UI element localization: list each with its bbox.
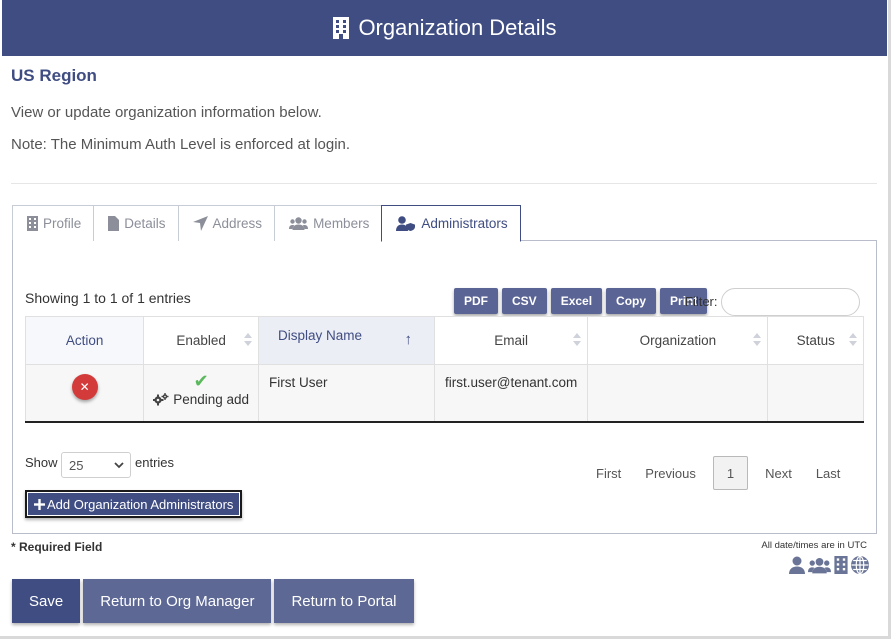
user-shield-icon [396, 216, 416, 231]
export-buttons: PDF CSV Excel Copy Print [454, 288, 708, 314]
column-header-organization[interactable]: Organization [587, 316, 769, 365]
sort-asc-icon: ↑ [404, 331, 413, 348]
administrators-table: Action Enabled Display Name ↑ Email Organ… [24, 316, 864, 423]
sort-icon [753, 333, 762, 347]
tab-address[interactable]: Address [177, 205, 276, 241]
pagination-next[interactable]: Next [753, 466, 804, 481]
building-icon [27, 216, 38, 231]
table-row: ✕ ✔ Pending add First User first.user@te… [24, 364, 864, 423]
auth-level-note: Note: The Minimum Auth Level is enforced… [11, 136, 351, 153]
pagination-first[interactable]: First [584, 466, 633, 481]
email-cell: first.user@tenant.com [434, 364, 589, 423]
status-cell [767, 364, 864, 423]
display-name-cell: First User [257, 364, 436, 423]
tab-label: Members [313, 216, 370, 231]
file-icon [108, 216, 120, 231]
return-to-portal-button[interactable]: Return to Portal [274, 579, 414, 623]
divider [11, 183, 877, 184]
column-header-enabled[interactable]: Enabled [143, 316, 259, 365]
building-icon [834, 556, 848, 574]
user-icon [789, 556, 805, 574]
filter-input[interactable] [721, 288, 860, 316]
export-pdf-button[interactable]: PDF [454, 288, 498, 314]
intro-text: View or update organization information … [11, 104, 322, 121]
tab-members[interactable]: Members [274, 205, 383, 241]
export-csv-button[interactable]: CSV [502, 288, 547, 314]
column-header-label: Enabled [176, 333, 226, 348]
footer-buttons: Save Return to Org Manager Return to Por… [12, 579, 414, 623]
column-header-display-name[interactable]: Display Name ↑ [257, 316, 436, 365]
column-header-label: Email [494, 333, 529, 348]
column-header-label: Display Name [278, 328, 363, 343]
sort-icon [244, 333, 252, 347]
location-arrow-icon [192, 216, 208, 231]
pagination-current-page[interactable]: 1 [712, 456, 749, 490]
column-header-label: Organization [639, 333, 717, 348]
column-header-action: Action [24, 316, 145, 365]
legend-icons [789, 556, 869, 574]
table-header-row: Action Enabled Display Name ↑ Email Organ… [24, 316, 864, 365]
pending-status: Pending add [153, 392, 249, 407]
plus-icon [34, 498, 45, 510]
checkmark-icon: ✔ [193, 371, 209, 391]
sort-icon [849, 333, 857, 347]
tab-details[interactable]: Details [93, 205, 179, 241]
users-icon [289, 217, 309, 230]
region-title: US Region [11, 66, 97, 85]
page-length-select[interactable]: 25 [61, 452, 131, 478]
utc-note: All date/times are in UTC [761, 540, 867, 551]
gears-icon [153, 393, 169, 406]
pagination: First Previous 1 Next Last [584, 456, 852, 490]
tab-label: Profile [43, 216, 82, 231]
column-header-label: Status [796, 333, 835, 348]
entries-label: entries [135, 455, 175, 470]
page-header: Organization Details [2, 0, 887, 56]
building-icon [333, 17, 350, 39]
remove-administrator-button[interactable]: ✕ [71, 374, 98, 400]
enabled-cell: ✔ Pending add [143, 364, 259, 423]
pagination-previous[interactable]: Previous [633, 466, 708, 481]
sort-icon [573, 333, 582, 347]
export-excel-button[interactable]: Excel [550, 288, 603, 314]
action-cell: ✕ [24, 364, 145, 423]
required-field-note: * Required Field [11, 540, 103, 554]
organization-cell [587, 364, 769, 423]
tab-label: Administrators [421, 216, 508, 231]
return-to-org-manager-button[interactable]: Return to Org Manager [83, 579, 272, 623]
add-administrators-button[interactable]: Add Organization Administrators [25, 490, 243, 518]
column-header-email[interactable]: Email [434, 316, 589, 365]
tab-profile[interactable]: Profile [12, 205, 95, 241]
page-title: Organization Details [358, 15, 557, 40]
filter-label: Filter: [685, 294, 718, 309]
chevron-down-icon [114, 462, 124, 469]
column-header-status[interactable]: Status [767, 316, 864, 365]
page-length-value: 25 [69, 457, 84, 473]
copy-button[interactable]: Copy [606, 288, 657, 314]
table-info: Showing 1 to 1 of 1 entries [25, 290, 191, 306]
add-administrators-label: Add Organization Administrators [47, 496, 234, 512]
tab-label: Address [212, 216, 263, 231]
close-icon: ✕ [79, 380, 90, 394]
pagination-last[interactable]: Last [804, 466, 853, 481]
tab-bar: Profile Details Address Members Administ… [12, 205, 877, 242]
save-button[interactable]: Save [12, 579, 81, 623]
length-label: Show [25, 455, 58, 470]
tab-label: Details [124, 216, 166, 231]
tab-administrators[interactable]: Administrators [381, 205, 521, 242]
pending-status-label: Pending add [173, 392, 250, 407]
users-icon [808, 557, 831, 573]
globe-icon [851, 556, 869, 574]
